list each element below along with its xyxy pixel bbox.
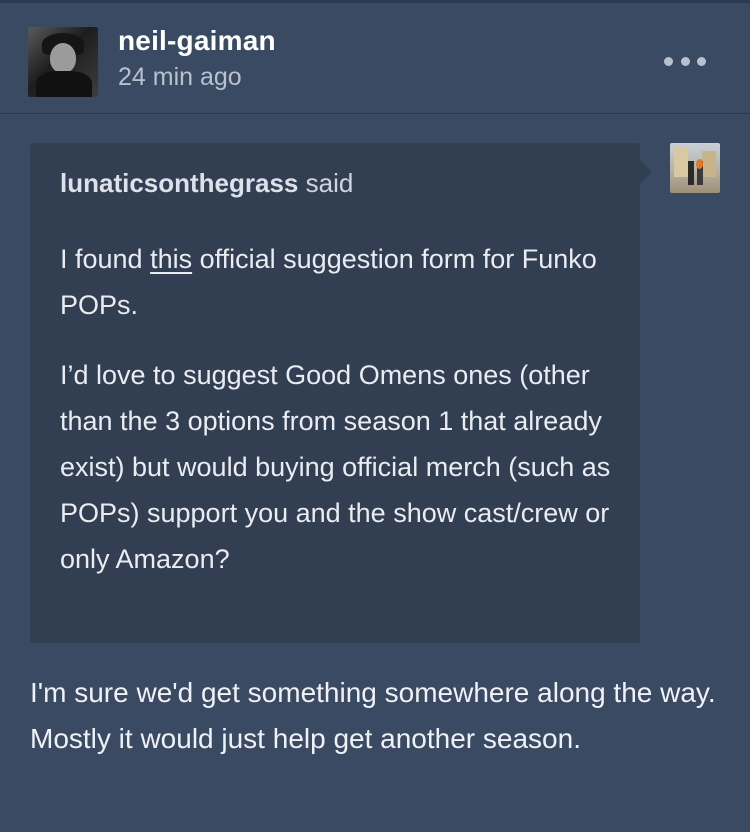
quote-p1-start: I found [60, 244, 151, 274]
author-username[interactable]: neil-gaiman [118, 25, 276, 57]
post-timestamp[interactable]: 24 min ago [118, 63, 242, 92]
author-avatar[interactable] [28, 27, 98, 97]
quote-pointer [640, 160, 652, 184]
quote-paragraph-1: I found this official suggestion form fo… [60, 236, 620, 328]
quote-link-this[interactable]: this [150, 244, 192, 274]
quoted-author-name[interactable]: lunaticsonthegrass [60, 168, 298, 198]
quoted-author-avatar[interactable] [670, 143, 720, 193]
quoted-author-line: lunaticsonthegrass said [60, 168, 353, 199]
reply-text: I'm sure we'd get something somewhere al… [30, 677, 716, 754]
more-options-icon[interactable] [664, 51, 706, 71]
quote-paragraph-2: I’d love to suggest Good Omens ones (oth… [60, 360, 611, 574]
header-divider [0, 113, 750, 114]
post-header: neil-gaiman 24 min ago [0, 3, 750, 113]
said-label: said [305, 168, 354, 198]
